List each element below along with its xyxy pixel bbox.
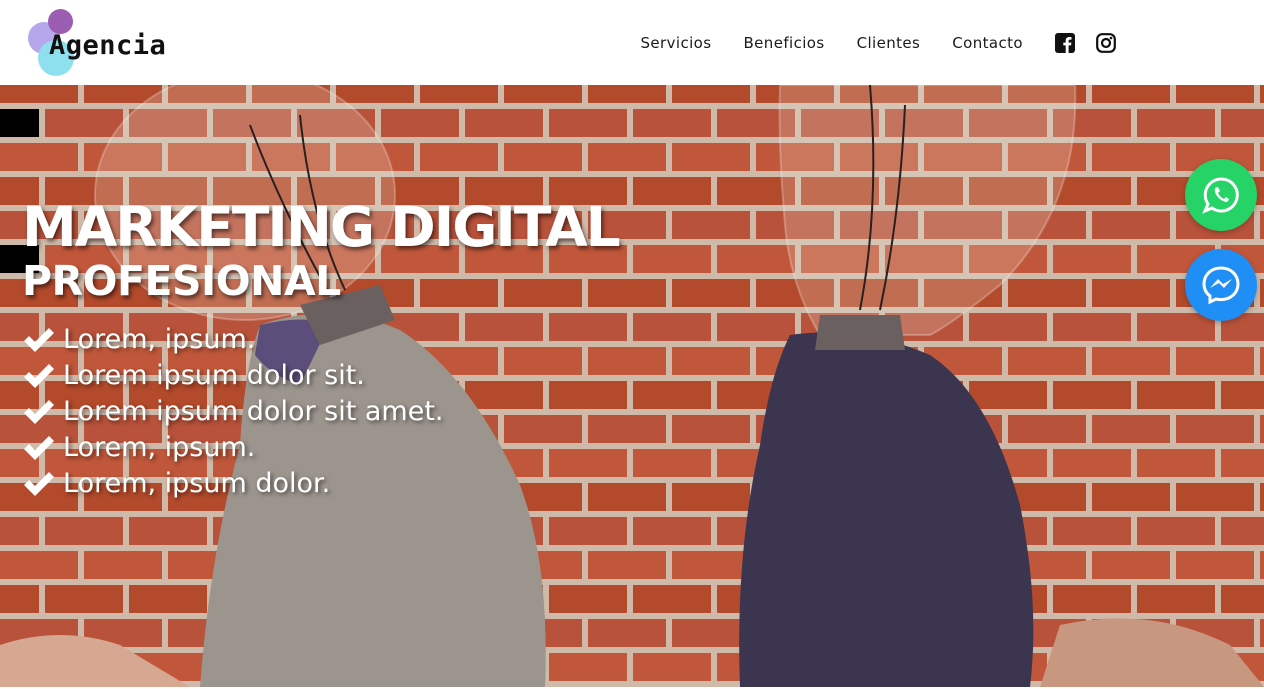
messenger-button[interactable] xyxy=(1185,249,1257,321)
checkmark-icon xyxy=(24,328,54,352)
checkmark-icon xyxy=(24,400,54,424)
nav-link-beneficios[interactable]: Beneficios xyxy=(743,34,824,52)
feature-item: Lorem, ipsum dolor. xyxy=(22,465,619,501)
nav-link-clientes[interactable]: Clientes xyxy=(857,34,921,52)
nav-link-servicios[interactable]: Servicios xyxy=(641,34,712,52)
hero-banner: MARKETING DIGITAL PROFESIONAL Lorem, ips… xyxy=(0,85,1264,687)
checkmark-icon xyxy=(24,364,54,388)
feature-item: Lorem, ipsum. xyxy=(22,321,619,357)
checkmark-icon xyxy=(24,436,54,460)
nav-link-contacto[interactable]: Contacto xyxy=(952,34,1023,52)
hero-content: MARKETING DIGITAL PROFESIONAL Lorem, ips… xyxy=(22,195,621,501)
feature-text: Lorem ipsum dolor sit. xyxy=(63,359,365,391)
whatsapp-icon xyxy=(1202,177,1239,214)
feature-item: Lorem ipsum dolor sit amet. xyxy=(22,393,619,429)
feature-text: Lorem, ipsum dolor. xyxy=(63,467,331,499)
feature-text: Lorem ipsum dolor sit amet. xyxy=(63,395,444,427)
facebook-icon[interactable] xyxy=(1055,32,1075,53)
brand-logo[interactable]: Agencia xyxy=(26,8,186,76)
feature-item: Lorem, ipsum. xyxy=(22,429,619,465)
feature-item: Lorem ipsum dolor sit. xyxy=(22,357,619,393)
feature-text: Lorem, ipsum. xyxy=(63,431,256,463)
feature-list: Lorem, ipsum. Lorem ipsum dolor sit. Lor… xyxy=(22,321,619,501)
site-header: Agencia Servicios Beneficios Clientes Co… xyxy=(0,0,1264,85)
messenger-icon xyxy=(1202,266,1240,305)
whatsapp-button[interactable] xyxy=(1185,159,1257,231)
hero-subtitle: PROFESIONAL xyxy=(22,257,341,305)
logo-text: Agencia xyxy=(49,30,167,61)
hero-title: MARKETING DIGITAL xyxy=(22,195,621,259)
main-nav: Servicios Beneficios Clientes Contacto xyxy=(609,0,1117,85)
instagram-icon[interactable] xyxy=(1096,32,1116,53)
checkmark-icon xyxy=(24,472,54,496)
feature-text: Lorem, ipsum. xyxy=(63,323,256,355)
